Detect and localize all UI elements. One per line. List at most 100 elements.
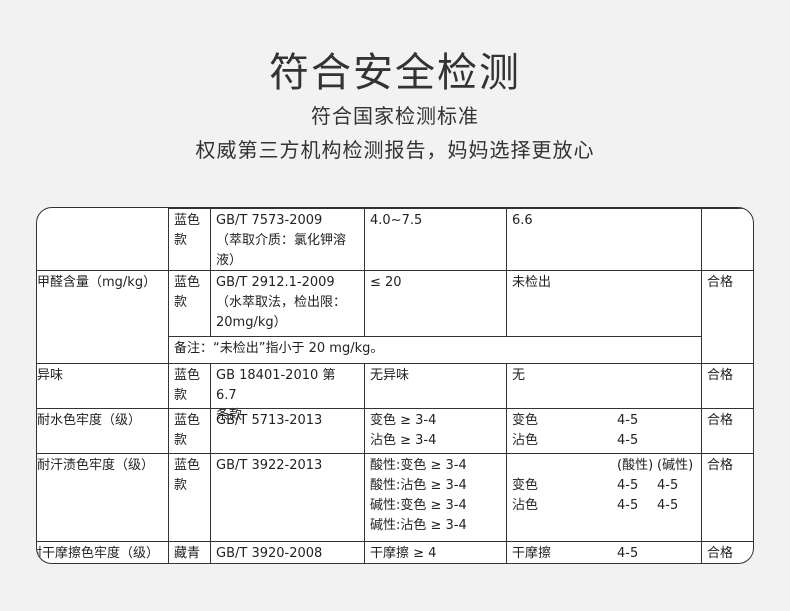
cell-requirement: 无异味 bbox=[364, 363, 506, 408]
req-line: 沾色 ≥ 3-4 bbox=[370, 433, 437, 448]
result-line: 变色 4-5 bbox=[512, 411, 696, 431]
result-value: 4-5 bbox=[617, 498, 639, 513]
cell-result: 变色 4-5 沾色 4-5 bbox=[506, 408, 701, 453]
result-value: 4-5 bbox=[617, 413, 639, 428]
cell-text: 合格 bbox=[707, 368, 734, 383]
cell-verdict: 合格 bbox=[701, 453, 753, 541]
result-line: 变色 4-5 4-5 bbox=[512, 476, 696, 496]
cell-verdict: 合格 bbox=[701, 270, 753, 363]
cell-verdict: 合格 bbox=[701, 363, 753, 408]
std-line: GB 18401-2010 第 6.7 bbox=[216, 368, 336, 403]
std-line: （萃取介质：氯化钾溶 bbox=[216, 233, 347, 248]
cell-item: 甲醛含量（mg/kg） bbox=[37, 270, 168, 336]
result-label: 变色 bbox=[512, 478, 539, 493]
cell-text: 合格 bbox=[707, 413, 734, 428]
cell-text: ≤ 20 bbox=[370, 275, 402, 290]
cell-requirement: ≤ 20 bbox=[364, 270, 506, 336]
req-line: 变色 ≥ 3-4 bbox=[370, 413, 437, 428]
cell-text: 合格 bbox=[707, 458, 734, 473]
result-label: 变色 bbox=[512, 413, 539, 428]
cell-text: 4.0~7.5 bbox=[370, 213, 423, 228]
cell-requirement: 变色 ≥ 3-4 沾色 ≥ 3-4 bbox=[364, 408, 506, 453]
cell-result: 无 bbox=[506, 363, 701, 408]
cell-standard: GB/T 5713-2013 bbox=[210, 408, 364, 453]
result-label: 沾色 bbox=[512, 433, 539, 448]
result-value: 4-5 bbox=[617, 546, 639, 561]
cell-standard: GB 18401-2010 第 6.7 条款 bbox=[210, 363, 364, 423]
cell-text: 无异味 bbox=[370, 368, 410, 383]
result-line: 沾色 4-5 4-5 bbox=[512, 496, 696, 516]
req-line: 碱性:变色 ≥ 3-4 bbox=[370, 498, 467, 513]
result-head-alkali: (碱性) bbox=[657, 458, 694, 473]
result-line: 沾色 4-5 bbox=[512, 431, 696, 451]
page-title: 符合安全检测 bbox=[269, 50, 521, 96]
result-value: 4-5 bbox=[617, 478, 639, 493]
cell-result: 干摩擦 4-5 bbox=[506, 541, 701, 563]
req-line: 酸性:沾色 ≥ 3-4 bbox=[370, 478, 467, 493]
cell-text: 蓝色款 bbox=[174, 275, 201, 310]
cell-text: 耐干摩擦色牢度（级） bbox=[36, 546, 160, 561]
cell-verdict bbox=[701, 208, 753, 270]
cell-standard: GB/T 3922-2013 bbox=[210, 453, 364, 541]
cell-text: 合格 bbox=[707, 275, 734, 290]
result-value: 4-5 bbox=[657, 478, 679, 493]
cell-text: 异味 bbox=[37, 368, 64, 383]
cell-standard: GB/T 2912.1-2009 （水萃取法，检出限： 20mg/kg） bbox=[210, 270, 364, 336]
cell-verdict: 合格 bbox=[701, 541, 753, 563]
cell-text: 无 bbox=[512, 368, 526, 383]
cell-text: 蓝色款 bbox=[174, 213, 201, 248]
cell-text: 蓝色款 bbox=[174, 368, 201, 403]
cell-item: 耐水色牢度（级） bbox=[37, 408, 168, 453]
cell-color: 蓝色款 bbox=[168, 453, 210, 541]
cell-item: 耐汗渍色牢度（级） bbox=[37, 453, 168, 541]
result-value: 4-5 bbox=[657, 498, 679, 513]
std-line: 液） bbox=[216, 253, 243, 268]
cell-item: 耐干摩擦色牢度（级） bbox=[36, 541, 168, 563]
cell-item: 异味 bbox=[37, 363, 168, 408]
cell-text: 甲醛含量（mg/kg） bbox=[37, 275, 157, 290]
cell-color: 蓝色款 bbox=[168, 208, 210, 270]
cell-requirement: 酸性:变色 ≥ 3-4 酸性:沾色 ≥ 3-4 碱性:变色 ≥ 3-4 碱性:沾… bbox=[364, 453, 506, 541]
result-label: 沾色 bbox=[512, 498, 539, 513]
cell-text: 干摩擦 ≥ 4 bbox=[370, 546, 437, 561]
result-label: 干摩擦 bbox=[512, 546, 552, 561]
result-head-acid: (酸性) bbox=[617, 458, 654, 473]
cell-note: 备注：“未检出”指小于 20 mg/kg。 bbox=[168, 336, 701, 363]
cell-color: 蓝色款 bbox=[168, 408, 210, 453]
result-head: (酸性) (碱性) bbox=[512, 456, 696, 476]
cell-standard: GB/T 3920-2008 bbox=[210, 541, 364, 563]
page-subtitle: 符合国家检测标准 bbox=[311, 104, 479, 128]
cell-requirement: 干摩擦 ≥ 4 bbox=[364, 541, 506, 563]
note-text: 备注：“未检出”指小于 20 mg/kg。 bbox=[174, 341, 384, 356]
cell-text: GB/T 5713-2013 bbox=[216, 413, 323, 428]
cell-text: 藏青 bbox=[174, 546, 201, 561]
cell-verdict: 合格 bbox=[701, 408, 753, 453]
std-line: GB/T 2912.1-2009 bbox=[216, 275, 335, 290]
cell-text: GB/T 3922-2013 bbox=[216, 458, 323, 473]
req-line: 酸性:变色 ≥ 3-4 bbox=[370, 458, 467, 473]
std-line: 20mg/kg） bbox=[216, 315, 287, 330]
test-report-table: 蓝色款 GB/T 7573-2009 （萃取介质：氯化钾溶 液） 4.0~7.5… bbox=[36, 207, 754, 564]
cell-item bbox=[37, 336, 168, 363]
cell-result: 未检出 bbox=[506, 270, 701, 336]
result-value: 4-5 bbox=[617, 433, 639, 448]
cell-text: 未检出 bbox=[512, 275, 552, 290]
cell-result: (酸性) (碱性) 变色 4-5 4-5 沾色 4-5 4-5 bbox=[506, 453, 701, 541]
cell-result: 6.6 bbox=[506, 208, 701, 270]
cell-text: 蓝色款 bbox=[174, 458, 201, 493]
cell-color: 蓝色款 bbox=[168, 270, 210, 336]
result-line: 干摩擦 4-5 bbox=[512, 544, 696, 563]
std-line: （水萃取法，检出限： bbox=[216, 295, 347, 310]
cell-color: 蓝色款 bbox=[168, 363, 210, 408]
cell-color: 藏青 bbox=[168, 541, 210, 563]
cell-standard: GB/T 7573-2009 （萃取介质：氯化钾溶 液） bbox=[210, 208, 364, 270]
cell-text: GB/T 3920-2008 bbox=[216, 546, 323, 561]
std-line: GB/T 7573-2009 bbox=[216, 213, 323, 228]
cell-text: 蓝色款 bbox=[174, 413, 201, 448]
cell-requirement: 4.0~7.5 bbox=[364, 208, 506, 270]
req-line: 碱性:沾色 ≥ 3-4 bbox=[370, 518, 467, 533]
cell-text: 6.6 bbox=[512, 213, 533, 228]
page-tagline: 权威第三方机构检测报告，妈妈选择更放心 bbox=[195, 138, 595, 162]
cell-text: 合格 bbox=[707, 546, 734, 561]
cell-text: 耐水色牢度（级） bbox=[37, 413, 142, 428]
